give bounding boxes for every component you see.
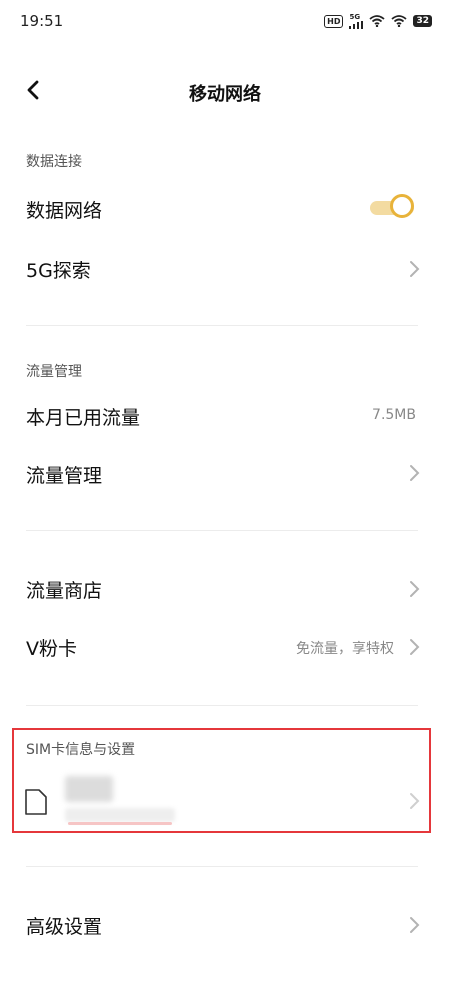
chevron-right-icon	[410, 261, 420, 277]
traffic-manage-label: 流量管理	[26, 465, 103, 487]
wifi-icon	[369, 15, 386, 27]
chevron-right-icon	[410, 581, 420, 597]
sim-redaction-underline	[68, 822, 172, 825]
chevron-right-icon	[410, 793, 420, 809]
status-time: 19:51	[20, 12, 64, 30]
sim-number-redacted	[65, 808, 175, 822]
data-network-label: 数据网络	[26, 200, 103, 222]
divider	[26, 530, 418, 531]
advanced-settings-label: 高级设置	[26, 916, 103, 938]
status-icons: HD 5G 32	[324, 13, 432, 29]
signal-icon: 5G	[349, 13, 364, 29]
vcard-value: 免流量，享特权	[296, 641, 394, 657]
battery-icon: 32	[413, 15, 432, 27]
chevron-right-icon	[410, 465, 420, 481]
section-label-traffic: 流量管理	[26, 364, 82, 380]
wifi-icon-2	[391, 15, 408, 27]
page-title: 移动网络	[189, 84, 261, 105]
divider	[26, 705, 418, 706]
sim-card-icon	[25, 789, 47, 815]
toggle-knob	[390, 194, 414, 218]
monthly-used-value: 7.5MB	[372, 407, 416, 423]
section-label-sim: SIM卡信息与设置	[26, 742, 136, 758]
chevron-right-icon	[410, 917, 420, 933]
section-label-data-connection: 数据连接	[26, 154, 82, 170]
hd-icon: HD	[324, 14, 344, 28]
vcard-label: V粉卡	[26, 638, 77, 660]
chevron-right-icon	[410, 639, 420, 655]
monthly-used-label: 本月已用流量	[26, 407, 141, 429]
sim-name-redacted	[65, 776, 113, 802]
data-network-toggle[interactable]	[368, 193, 420, 223]
explore-5g-label: 5G探索	[26, 260, 91, 282]
divider	[26, 866, 418, 867]
network-type: 5G	[349, 13, 361, 21]
traffic-store-label: 流量商店	[26, 580, 103, 602]
divider	[26, 325, 418, 326]
